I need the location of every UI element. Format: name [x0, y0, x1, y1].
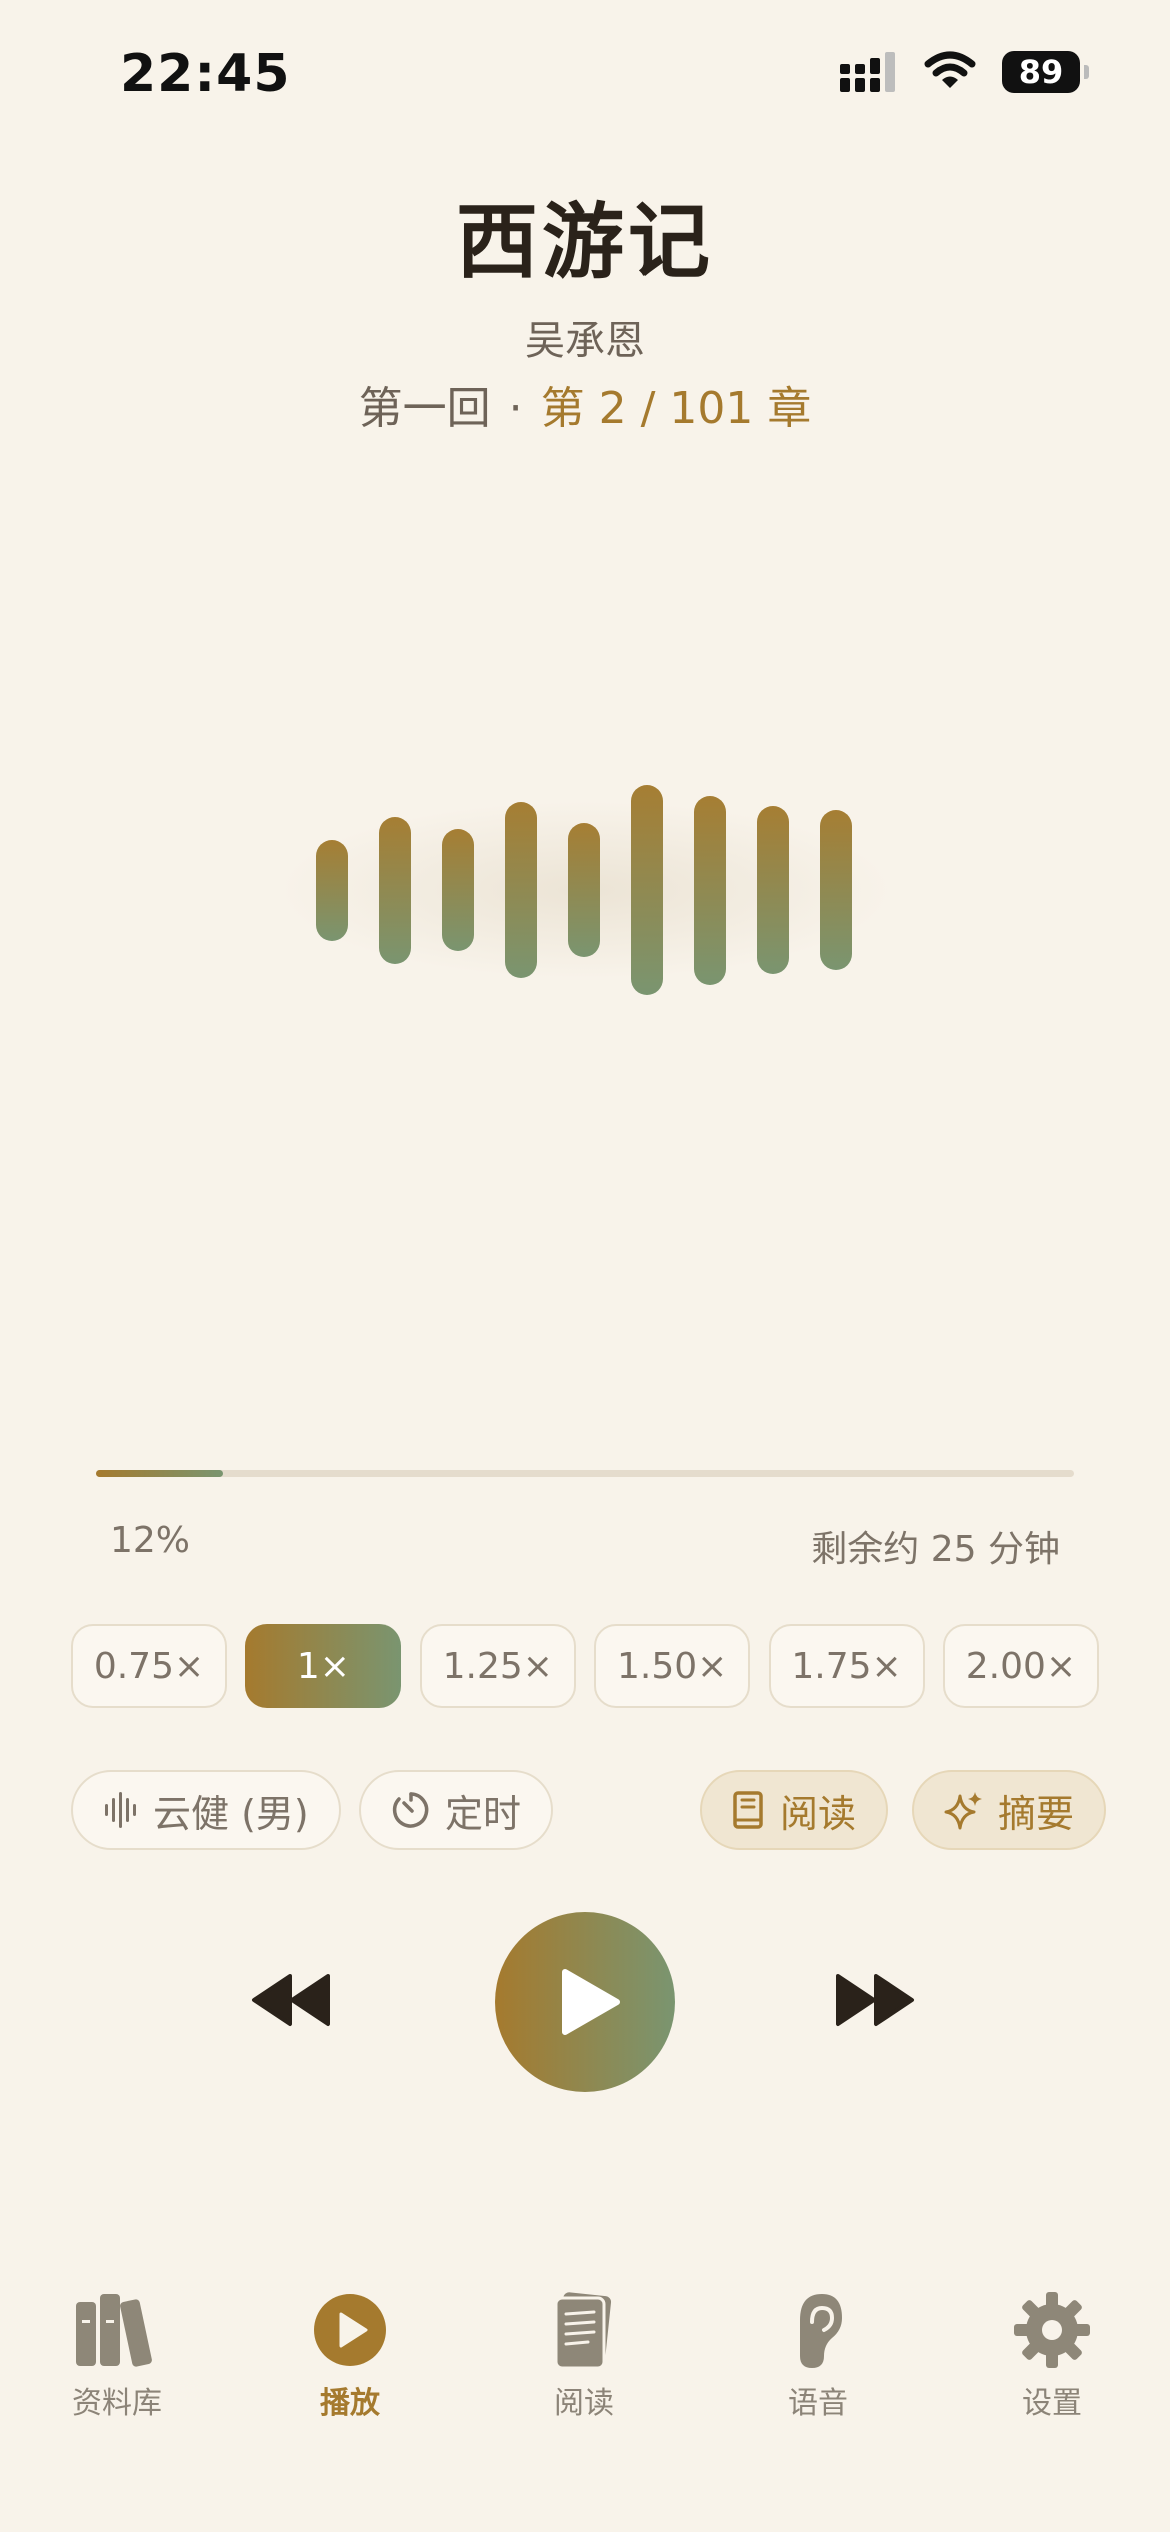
speed-option-1[interactable]: 1× [245, 1624, 402, 1708]
tab-library[interactable]: 资料库 [27, 2290, 207, 2422]
waveform-bar [316, 839, 348, 941]
playback-progress-fill [96, 1470, 224, 1477]
cellular-signal-icon [840, 52, 898, 92]
speed-option-2-00[interactable]: 2.00× [942, 1624, 1099, 1708]
tab-voice[interactable]: 语音 [728, 2290, 908, 2422]
waveform-bar [820, 810, 852, 970]
tab-label: 阅读 [554, 2386, 614, 2421]
speed-selector: 0.75× 1× 1.25× 1.50× 1.75× 2.00× [71, 1624, 1099, 1708]
playback-progress-bar[interactable] [96, 1470, 1074, 1477]
play-button[interactable] [495, 1912, 675, 2092]
waveform-icon [103, 1790, 139, 1830]
speed-option-1-50[interactable]: 1.50× [594, 1624, 751, 1708]
read-label: 阅读 [780, 1791, 857, 1836]
waveform-bar [505, 802, 537, 978]
status-time: 22:45 [120, 44, 291, 104]
tab-label: 语音 [788, 2386, 848, 2421]
waveform-bar [442, 829, 474, 951]
chapter-info: 第一回 · 第 2 / 101 章 [0, 372, 1170, 436]
wifi-icon [924, 50, 976, 94]
rewind-button[interactable] [248, 1970, 332, 2034]
ear-icon [800, 2294, 842, 2368]
waveform-bar [757, 806, 789, 974]
tab-bar: 资料库 播放 阅读 语音 设置 [0, 2290, 1170, 2450]
read-button[interactable]: 阅读 [700, 1770, 889, 1850]
status-bar: 22:45 89 [0, 0, 1170, 150]
tab-label: 设置 [1022, 2386, 1082, 2421]
play-icon [562, 1969, 620, 2035]
voice-label: 云健 (男) [153, 1791, 309, 1836]
voice-select-button[interactable]: 云健 (男) [71, 1770, 341, 1850]
library-icon [76, 2294, 152, 2367]
tab-read[interactable]: 阅读 [494, 2290, 674, 2422]
document-icon [554, 2292, 612, 2370]
waveform-bar [631, 785, 663, 995]
fast-forward-button[interactable] [834, 1970, 918, 2034]
chapter-name: 第一回 [358, 383, 491, 434]
waveform-bar [694, 795, 726, 985]
status-icons: 89 [840, 50, 1089, 94]
rewind-icon [252, 1974, 330, 2026]
tab-play[interactable]: 播放 [260, 2290, 440, 2422]
book-author: 吴承恩 [525, 318, 645, 364]
timer-label: 定时 [445, 1791, 522, 1836]
chapter-progress[interactable]: 第 2 / 101 章 [541, 383, 812, 434]
book-title: 西游记 [455, 195, 714, 290]
waveform-bar [568, 823, 600, 957]
speed-option-1-25[interactable]: 1.25× [419, 1624, 576, 1708]
waveform-bar [379, 816, 411, 964]
sleep-timer-button[interactable]: 定时 [359, 1770, 554, 1850]
tab-label: 资料库 [72, 2386, 162, 2421]
time-remaining: 剩余约 25 分钟 [811, 1529, 1060, 1570]
battery-icon: 89 [1002, 51, 1089, 93]
chapter-separator: · [508, 383, 523, 434]
tab-label: 播放 [320, 2386, 380, 2421]
play-circle-icon [314, 2294, 386, 2366]
audio-waveform [276, 780, 896, 1000]
summary-button[interactable]: 摘要 [912, 1770, 1107, 1850]
speed-option-0-75[interactable]: 0.75× [71, 1624, 227, 1708]
tab-settings[interactable]: 设置 [962, 2290, 1142, 2422]
progress-percent: 12% [110, 1520, 191, 1561]
summary-label: 摘要 [998, 1791, 1075, 1836]
fast-forward-icon [836, 1974, 914, 2026]
gear-icon [1014, 2292, 1090, 2368]
sparkles-icon [944, 1790, 984, 1830]
speed-option-1-75[interactable]: 1.75× [768, 1624, 925, 1708]
book-icon [732, 1790, 766, 1830]
timer-icon [391, 1790, 431, 1830]
